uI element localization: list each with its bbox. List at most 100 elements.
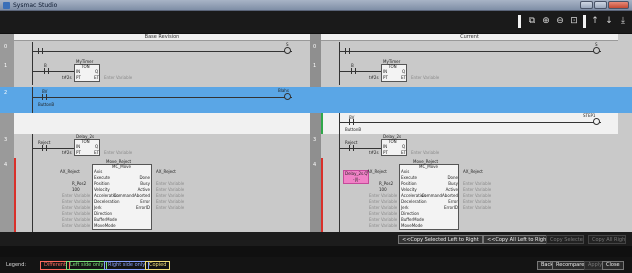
enter-variable[interactable]: Enter Variable [62,199,90,204]
contact-label: ButtonB [38,102,55,107]
minimize-button[interactable] [580,1,593,9]
fb-input-pin: BufferMode [94,217,118,222]
copy-selected-left-to-right-button[interactable]: <<Copy Selected Left to Right [398,235,483,244]
row-number: 1 [4,63,8,69]
enter-variable[interactable]: Enter Variable [411,75,439,80]
copy-all-right-to-left-button[interactable]: Copy All Right to Left [588,235,626,244]
arrow-up-icon[interactable]: ↑ [588,15,602,28]
fb-constant[interactable]: t#2s [369,75,379,80]
axis-output[interactable]: AX_Reject [156,169,176,174]
right-pane-current[interactable]: Current S B MyTimer TON IN Q PT ET t#2s … [321,34,618,232]
fb-pin: Q [402,69,406,74]
fb-input-pin: Velocity [401,187,417,192]
fb-type: MC_Move [112,164,131,169]
enter-variable[interactable]: Enter Variable [369,211,397,216]
enter-variable[interactable]: Enter Variable [369,223,397,228]
rung-0[interactable]: S [321,42,618,59]
enter-variable[interactable]: Enter Variable [62,223,90,228]
fb-pin: Q [95,144,99,149]
fb-input-pin: Direction [94,211,113,216]
enter-variable[interactable]: Enter Variable [369,205,397,210]
fb-input-value[interactable]: 100 [379,187,387,192]
left-row-gutter: 0 1 2 3 4 [0,34,14,232]
enter-variable[interactable]: Enter Variable [463,187,491,192]
rung-3[interactable]: Reject Delay_2s TON IN Q PT ET t#2s Ente… [14,134,310,158]
enter-variable[interactable]: Enter Variable [156,205,184,210]
fb-constant[interactable]: t#2s [369,150,379,155]
coil[interactable] [284,93,291,100]
fb-output-pin: CommandAborted [421,193,459,198]
fb-input-value[interactable]: R_Pos2 [379,181,393,186]
fb-output-pin: Error [448,199,458,204]
fb-input-pin: Position [401,181,417,186]
pane-title: Base Revision [14,34,310,41]
enter-variable[interactable]: Enter Variable [104,75,132,80]
enter-variable[interactable]: Enter Variable [156,187,184,192]
rung-1[interactable]: B MyTimer TON IN Q PT ET t#2s Enter Vari… [14,59,310,85]
rung-3[interactable]: Reject Delay_2s TON IN Q PT ET t#2s Ente… [321,134,618,158]
axis-output[interactable]: AX_Reject [463,169,483,174]
maximize-button[interactable] [594,1,607,9]
coil-label: Blahs [278,88,289,93]
enter-variable[interactable]: Enter Variable [411,150,439,155]
rung-2-changed[interactable]: BV ButtonB STEP1 [321,113,618,134]
close-button[interactable]: Close [602,261,624,270]
recompare-button[interactable]: Recompare [552,261,589,270]
fb-pin: IN [383,144,388,149]
enter-variable[interactable]: Enter Variable [156,181,184,186]
enter-variable[interactable]: Enter Variable [62,193,90,198]
fb-constant[interactable]: t#2s [62,75,72,80]
coil[interactable] [593,118,600,125]
negated-contact-icon: -|/|- [353,177,360,182]
enter-variable[interactable]: Enter Variable [156,199,184,204]
rung-2-selected-empty[interactable] [321,87,618,113]
zoom-in-icon[interactable]: ⊕ [539,15,553,28]
fb-pin: ET [401,150,406,155]
coil[interactable] [284,47,291,54]
rung-0[interactable]: S [14,42,310,59]
fb-type: MC_Move [419,164,438,169]
fb-input-pin: Position [94,181,110,186]
fb-input-pin: Jerk [401,205,409,210]
coil[interactable] [593,47,600,54]
rung-spacer [14,113,310,134]
row-number: 0 [4,44,8,50]
rung-4[interactable]: Move_Reject MC_Move AX_Reject Axis AX_Re… [14,158,310,232]
close-window-button[interactable] [608,1,629,9]
coil-label: S [286,42,289,47]
enter-variable[interactable]: Enter Variable [463,181,491,186]
toolbar-separator [518,15,521,28]
rung-4[interactable]: Delay_2s.Q -|/|- Move_Reject MC_Move AX_… [321,158,618,232]
enter-variable[interactable]: Enter Variable [156,193,184,198]
enter-variable[interactable]: Enter Variable [463,193,491,198]
enter-variable[interactable]: Enter Variable [463,199,491,204]
enter-variable[interactable]: Enter Variable [369,193,397,198]
fb-input-pin: Deceleration [401,199,427,204]
enter-variable[interactable]: Enter Variable [62,205,90,210]
enter-variable[interactable]: Enter Variable [463,205,491,210]
enter-variable[interactable]: Enter Variable [104,150,132,155]
rung-2-selected[interactable]: BV ButtonB Blahs [14,87,310,113]
fb-input-value[interactable]: 100 [72,187,80,192]
enter-variable[interactable]: Enter Variable [369,217,397,222]
fb-input-value[interactable]: R_Pos2 [72,181,86,186]
axis-variable[interactable]: AX_Reject [60,169,80,174]
fb-input-pin: MoveMode [94,223,116,228]
arrow-down-icon[interactable]: ↓ [602,15,616,28]
left-pane-base-revision[interactable]: Base Revision S B MyTimer TON IN Q PT ET… [14,34,310,232]
row-number: 0 [313,44,317,50]
copy-selected-right-to-left-button[interactable]: Copy Selected Right to Left [546,235,584,244]
enter-variable[interactable]: Enter Variable [62,217,90,222]
coil-label: S [595,42,598,47]
rung-1[interactable]: B MyTimer TON IN Q PT ET t#2s Enter Vari… [321,59,618,85]
zoom-out-icon[interactable]: ⊖ [553,15,567,28]
copy-icon[interactable]: ⧉ [525,15,539,28]
export-icon[interactable]: ⤓ [616,15,630,28]
axis-variable[interactable]: AX_Reject [367,169,387,174]
fb-input-pin: Jerk [94,205,102,210]
fb-constant[interactable]: t#2s [62,150,72,155]
copy-all-left-to-right-button[interactable]: <<Copy All Left to Right [483,235,553,244]
enter-variable[interactable]: Enter Variable [62,211,90,216]
enter-variable[interactable]: Enter Variable [369,199,397,204]
zoom-fit-icon[interactable]: ⊡ [567,15,581,28]
